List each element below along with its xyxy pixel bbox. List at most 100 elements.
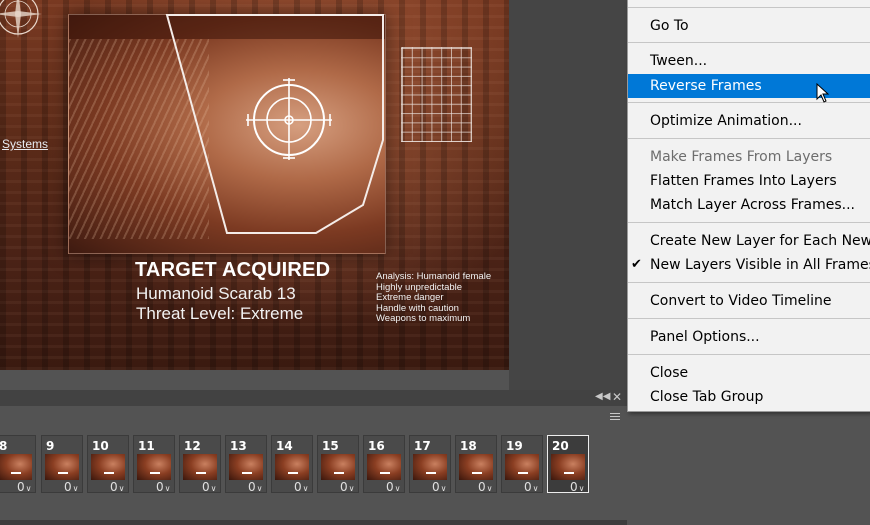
frame-number: 16 (368, 439, 385, 453)
frame-number: 11 (138, 439, 155, 453)
menu-separator (628, 222, 870, 223)
delay-value: 0 (17, 480, 25, 494)
menu-item-close-tab-group[interactable]: Close Tab Group (628, 385, 870, 409)
menu-item-reverse-frames[interactable]: Reverse Frames (628, 74, 870, 98)
menu-item-optimize-animation[interactable]: Optimize Animation... (628, 109, 870, 133)
menu-separator (628, 42, 870, 43)
chevron-down-icon: ∨ (486, 484, 493, 493)
frame-delay-dropdown[interactable]: 0∨ (570, 480, 585, 494)
frame-number: 14 (276, 439, 293, 453)
frame-thumbnail (275, 454, 309, 480)
frame-number: 19 (506, 439, 523, 453)
menu-separator (628, 354, 870, 355)
frame-number: 13 (230, 439, 247, 453)
chevron-down-icon: ∨ (302, 484, 309, 493)
delay-value: 0 (570, 480, 578, 494)
chevron-down-icon: ∨ (72, 484, 79, 493)
chevron-down-icon: ∨ (532, 484, 539, 493)
menu-item-panel-options[interactable]: Panel Options... (628, 325, 870, 349)
frame-delay-dropdown[interactable]: 0∨ (386, 480, 401, 494)
frame-delay-dropdown[interactable]: 0∨ (110, 480, 125, 494)
analysis-line: Analysis: Humanoid female (376, 271, 492, 282)
frame-thumbnail (505, 454, 539, 480)
chevron-down-icon: ∨ (394, 484, 401, 493)
frame-thumbnail (137, 454, 171, 480)
menu-separator (628, 282, 870, 283)
chevron-down-icon: ∨ (348, 484, 355, 493)
chevron-down-icon: ∨ (578, 484, 585, 493)
frame-thumbnail (413, 454, 447, 480)
animation-panel-header (0, 390, 627, 406)
frame-thumbnail (45, 454, 79, 480)
menu-item-create-new-layer-each-frame[interactable]: Create New Layer for Each New Frame (628, 229, 870, 253)
close-icon[interactable]: ✕ (612, 390, 622, 404)
chevron-down-icon: ∨ (118, 484, 125, 493)
subline-name: Humanoid Scarab 13 (136, 284, 296, 303)
frame-delay-dropdown[interactable]: 0∨ (202, 480, 217, 494)
chevron-down-icon: ∨ (440, 484, 447, 493)
frame-thumbnail (0, 454, 32, 480)
frame-delay-dropdown[interactable]: 0∨ (64, 480, 79, 494)
delay-value: 0 (156, 480, 164, 494)
menu-item-tween[interactable]: Tween... (628, 49, 870, 73)
frame-delay-dropdown[interactable]: 0∨ (524, 480, 539, 494)
headline-text: TARGET ACQUIRED (135, 259, 331, 281)
panel-bottom-bar (0, 520, 627, 525)
delay-value: 0 (64, 480, 72, 494)
chevron-down-icon: ∨ (25, 484, 32, 493)
frame-thumbnail (91, 454, 125, 480)
frame-number: 15 (322, 439, 339, 453)
menu-separator (628, 7, 870, 8)
frame-delay-dropdown[interactable]: 0∨ (17, 480, 32, 494)
menu-item-go-to[interactable]: Go To (628, 14, 870, 38)
frame-number: 12 (184, 439, 201, 453)
frame-number: 8 (0, 439, 8, 453)
double-chevron-left-icon[interactable]: ◀◀ (595, 391, 610, 402)
frame-delay-dropdown[interactable]: 0∨ (432, 480, 447, 494)
chevron-down-icon: ∨ (164, 484, 171, 493)
menu-item-new-layers-visible[interactable]: ✔ New Layers Visible in All Frames (628, 253, 870, 277)
mouse-pointer-icon (816, 83, 830, 103)
menu-item-convert-to-video-timeline[interactable]: Convert to Video Timeline (628, 289, 870, 313)
menu-separator (628, 318, 870, 319)
menu-item-match-layer-across-frames[interactable]: Match Layer Across Frames... (628, 193, 870, 217)
chevron-down-icon: ∨ (256, 484, 263, 493)
frame-delay-dropdown[interactable]: 0∨ (478, 480, 493, 494)
chevron-down-icon: ∨ (210, 484, 217, 493)
frame-thumbnail (321, 454, 355, 480)
delay-value: 0 (340, 480, 348, 494)
frame-thumbnail (183, 454, 217, 480)
delay-value: 0 (202, 480, 210, 494)
animation-panel-context-menu: Go To Tween... Reverse Frames Optimize A… (627, 0, 870, 412)
frame-delay-dropdown[interactable]: 0∨ (248, 480, 263, 494)
frame-delay-dropdown[interactable]: 0∨ (156, 480, 171, 494)
frame-thumbnail (459, 454, 493, 480)
delay-value: 0 (524, 480, 532, 494)
delay-value: 0 (386, 480, 394, 494)
animation-panel-toolbar (0, 406, 627, 433)
frame-number: 18 (460, 439, 477, 453)
hamburger-menu-icon[interactable] (610, 413, 620, 422)
frame-number: 9 (46, 439, 55, 453)
grid-graphic (401, 47, 472, 142)
frame-thumbnail (551, 454, 585, 480)
menu-item-close[interactable]: Close (628, 361, 870, 385)
frame-delay-dropdown[interactable]: 0∨ (294, 480, 309, 494)
delay-value: 0 (110, 480, 118, 494)
delay-value: 0 (248, 480, 256, 494)
menu-item-label: New Layers Visible in All Frames (650, 257, 870, 273)
menu-item-flatten-frames-into-layers[interactable]: Flatten Frames Into Layers (628, 169, 870, 193)
delay-value: 0 (432, 480, 440, 494)
checkmark-icon: ✔ (631, 257, 642, 272)
frame-number: 10 (92, 439, 109, 453)
subline-threat: Threat Level: Extreme (136, 304, 304, 323)
frame-thumbnail (367, 454, 401, 480)
delay-value: 0 (478, 480, 486, 494)
document-canvas[interactable]: Systems TARGET ACQUIRED Humanoid Scarab … (0, 0, 509, 370)
analysis-line: Extreme danger (376, 292, 444, 303)
frame-number: 17 (414, 439, 431, 453)
frame-thumbnail (229, 454, 263, 480)
frame-delay-dropdown[interactable]: 0∨ (340, 480, 355, 494)
delay-value: 0 (294, 480, 302, 494)
frame-number: 20 (552, 439, 569, 453)
